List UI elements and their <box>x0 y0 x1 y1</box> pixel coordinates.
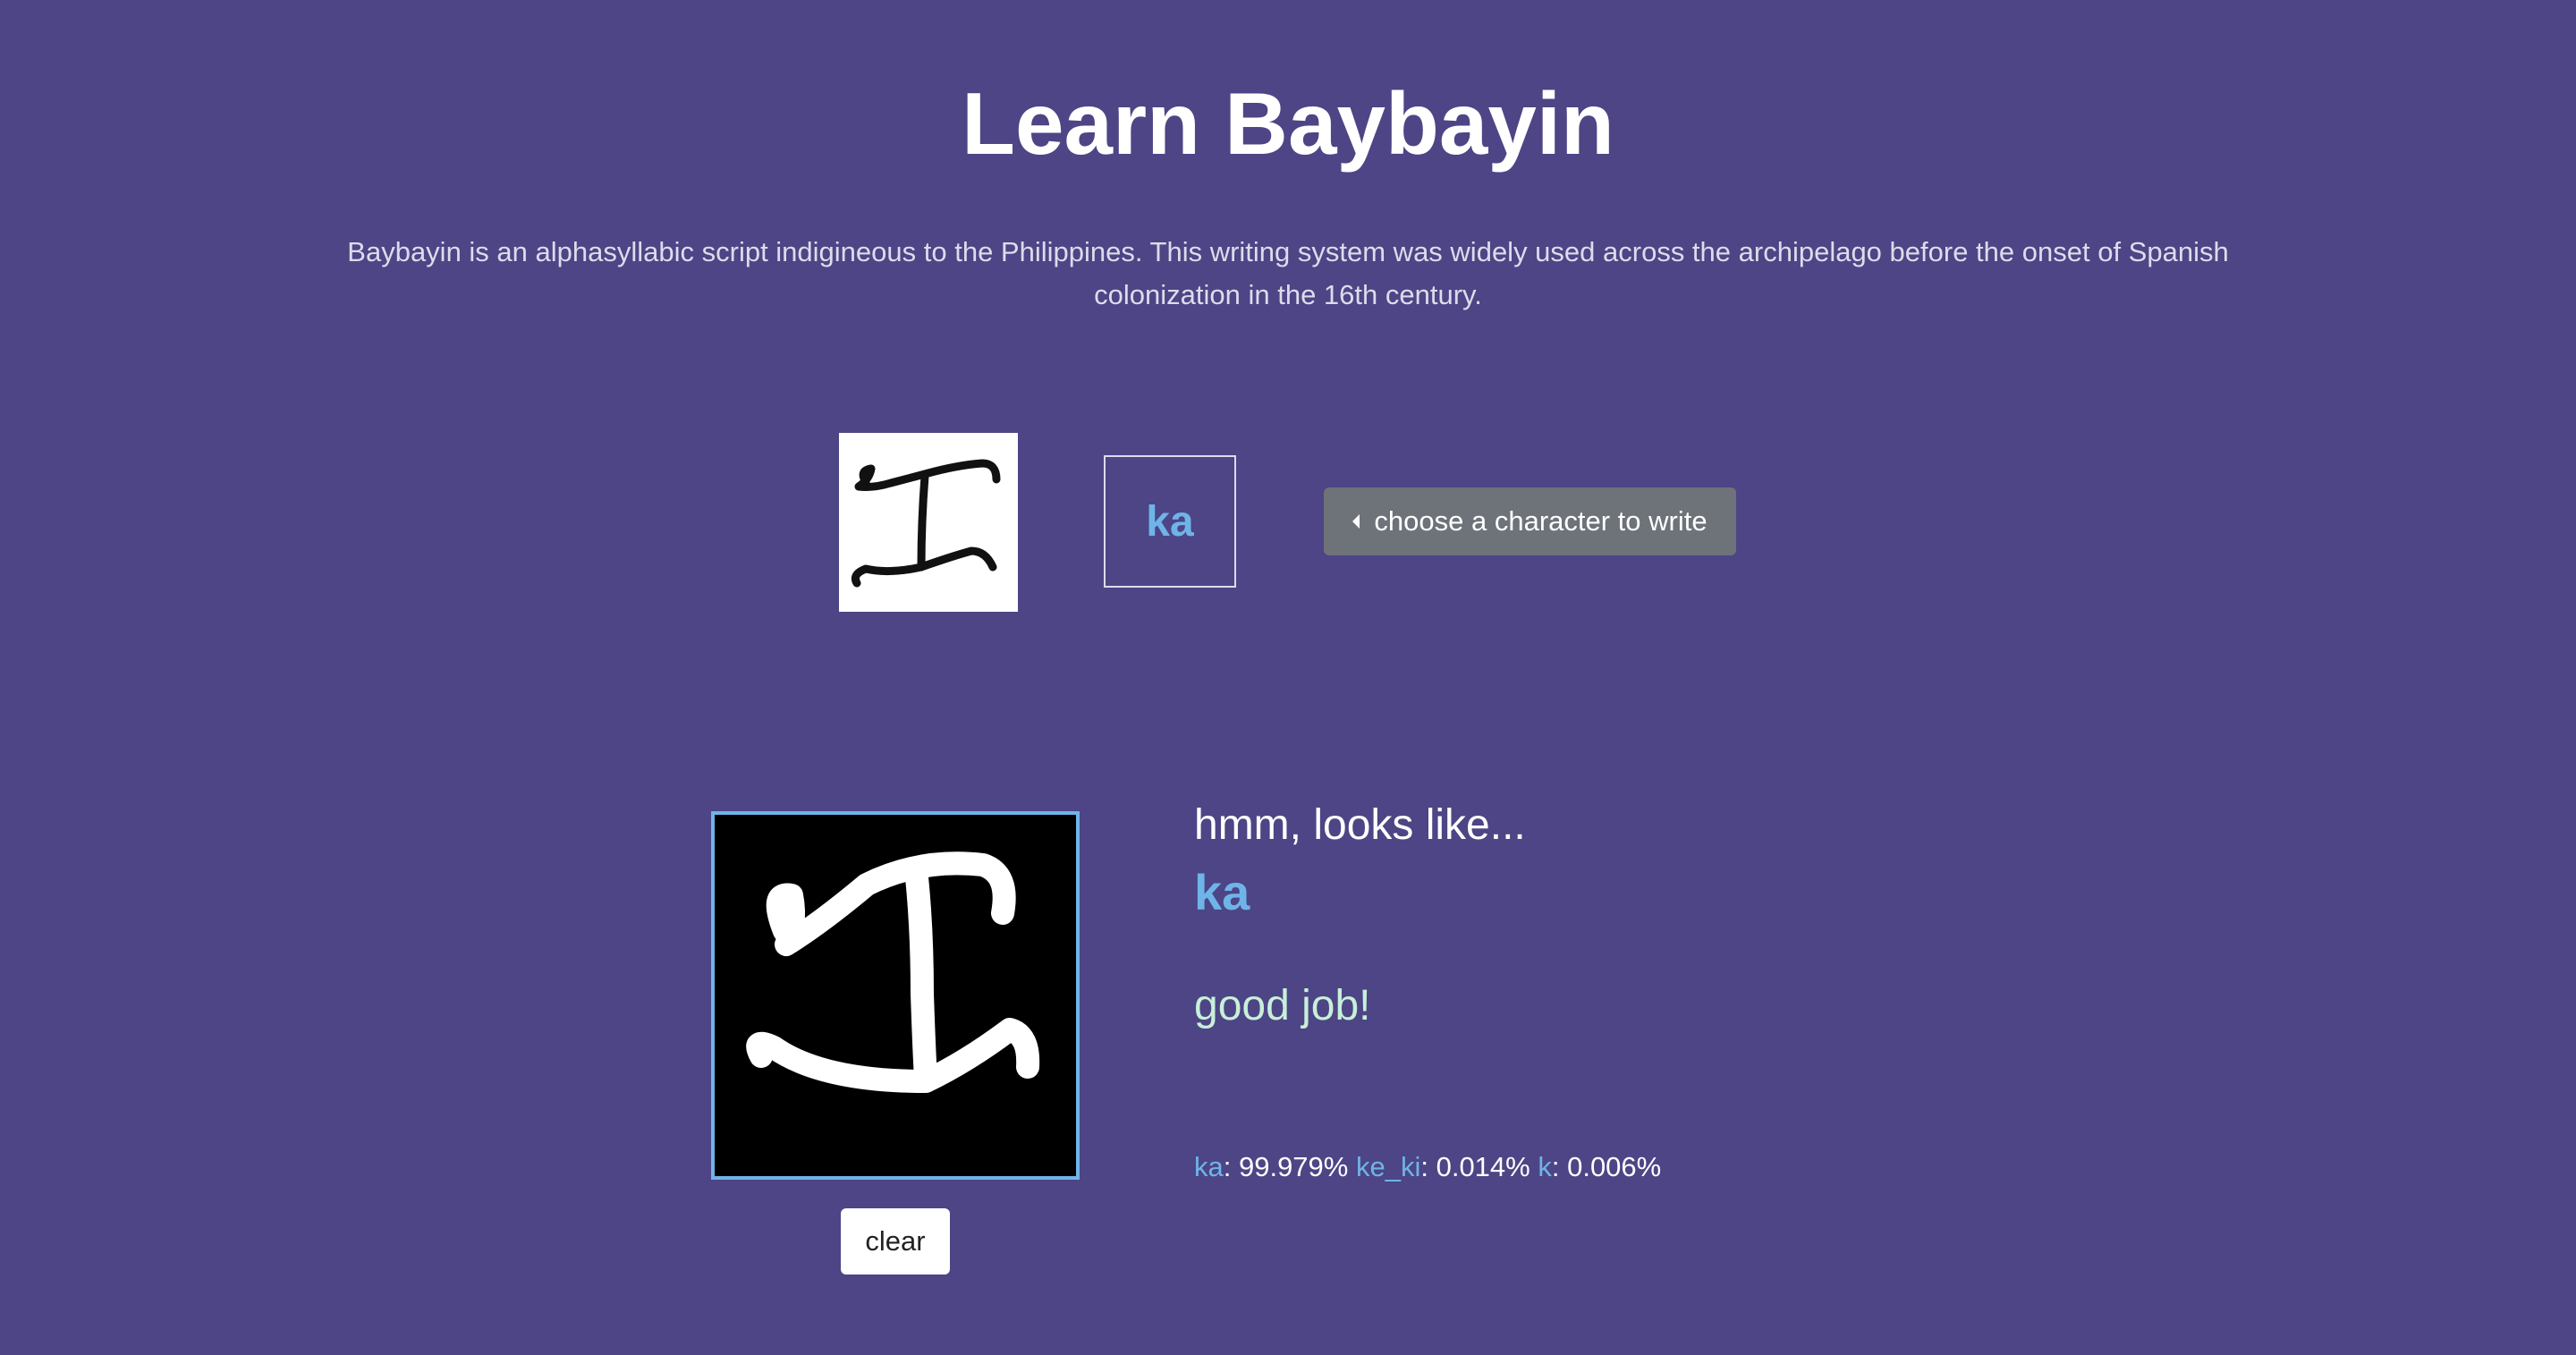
caret-left-icon <box>1352 514 1360 529</box>
score-value: : 0.014% <box>1420 1151 1530 1182</box>
clear-button[interactable]: clear <box>841 1208 950 1275</box>
page-title: Learn Baybayin <box>962 74 1614 173</box>
drawing-canvas[interactable] <box>711 811 1080 1180</box>
result-intro: hmm, looks like... <box>1194 801 1526 849</box>
page-description: Baybayin is an alphasyllabic script indi… <box>347 236 2229 310</box>
score-value: : 0.006% <box>1551 1151 1662 1182</box>
predicted-character: ka <box>1194 864 1250 920</box>
score-value: : 99.979% <box>1223 1151 1349 1182</box>
feedback-message: good job! <box>1194 982 1371 1029</box>
prediction-scores: ka: 99.979% ke_ki: 0.014% k: 0.006% <box>1194 1149 1661 1185</box>
reference-character-image <box>839 433 1018 612</box>
choose-character-button[interactable]: choose a character to write <box>1324 487 1736 555</box>
selected-character-box: ka <box>1104 455 1236 588</box>
score-label: k <box>1538 1151 1552 1182</box>
choose-character-label: choose a character to write <box>1374 505 1707 537</box>
baybayin-ka-drawing-icon <box>746 851 1040 1093</box>
baybayin-ka-glyph-icon <box>851 459 1001 588</box>
score-label: ke_ki <box>1355 1151 1421 1182</box>
result-panel: hmm, looks like... ka <box>1194 796 1999 925</box>
score-label: ka <box>1194 1151 1224 1182</box>
